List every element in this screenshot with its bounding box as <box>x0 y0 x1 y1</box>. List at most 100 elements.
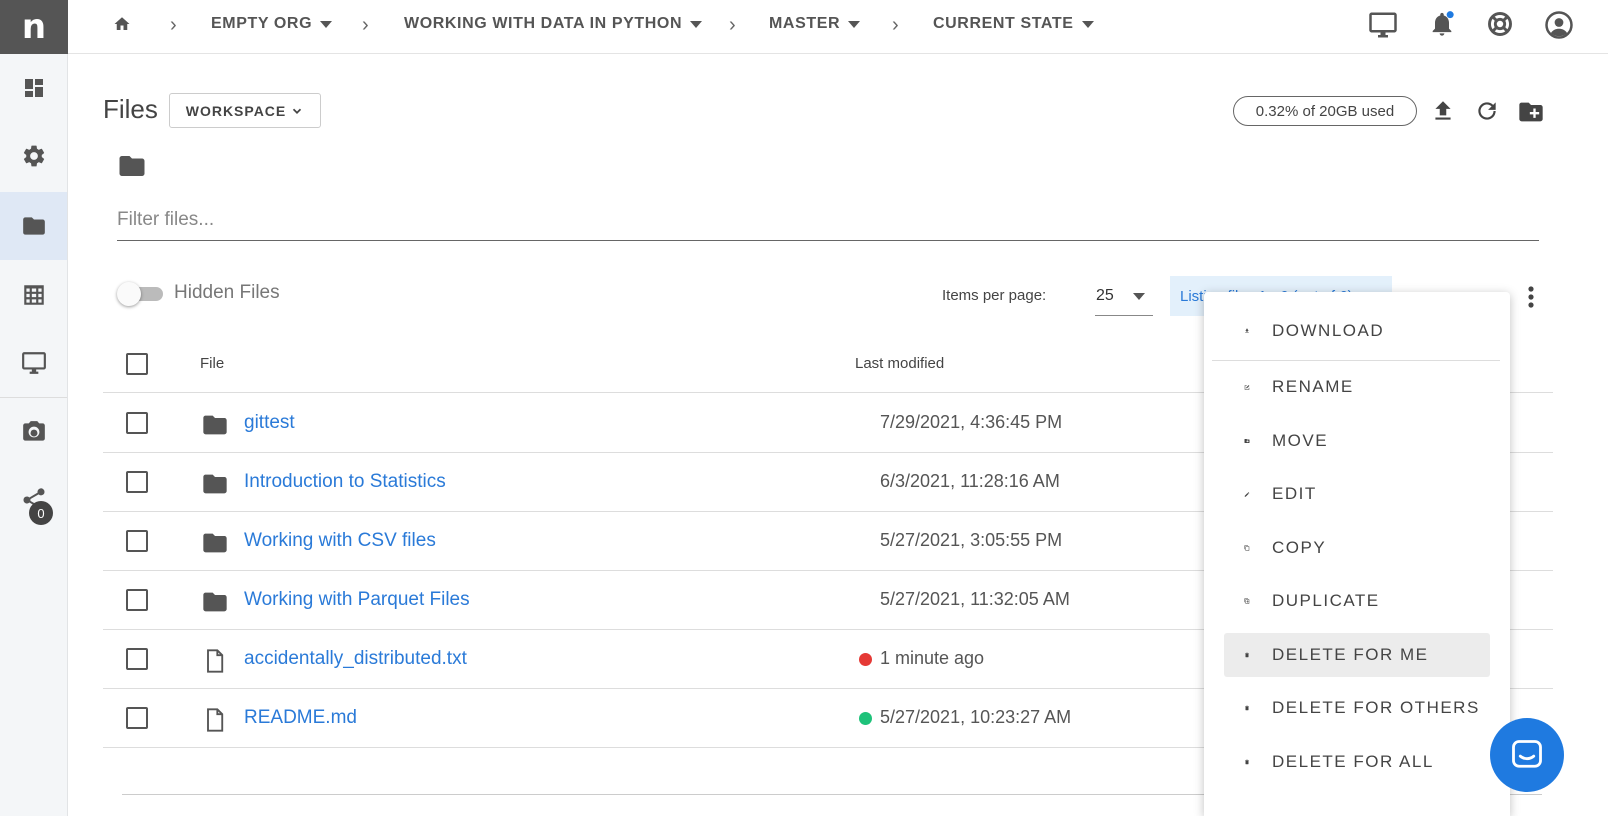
column-header-file[interactable]: File <box>200 355 224 372</box>
pencil-icon <box>1244 491 1250 497</box>
workspace-dropdown[interactable]: WORKSPACE <box>169 93 321 128</box>
menu-item-move[interactable]: MOVE <box>1224 419 1490 463</box>
filter-files-field[interactable] <box>117 200 1539 241</box>
menu-divider <box>1212 360 1500 361</box>
menu-item-label: DOWNLOAD <box>1272 321 1385 340</box>
menu-item-label: EDIT <box>1272 484 1317 503</box>
items-per-page-select[interactable]: 25 <box>1095 280 1153 316</box>
sidebar-item-datasets[interactable] <box>0 261 67 329</box>
camera-icon <box>22 421 45 441</box>
menu-item-label: MOVE <box>1272 431 1329 450</box>
menu-item-label: DUPLICATE <box>1272 591 1380 610</box>
folder-icon <box>203 415 227 435</box>
context-menu: DOWNLOAD RENAME MOVE EDIT COPY DUPLICATE… <box>1204 292 1510 816</box>
sidebar-item-settings[interactable] <box>0 122 67 190</box>
sidebar-item-workspace[interactable] <box>0 329 67 397</box>
file-name-link[interactable]: accidentally_distributed.txt <box>244 648 467 670</box>
menu-item-label: DELETE FOR OTHERS <box>1272 698 1480 717</box>
breadcrumb-separator: › <box>892 14 899 36</box>
breadcrumb-project-label: WORKING WITH DATA IN PYTHON <box>404 15 683 32</box>
new-folder-icon[interactable] <box>1517 98 1545 126</box>
menu-item-download[interactable]: DOWNLOAD <box>1224 309 1490 353</box>
hidden-files-label: Hidden Files <box>174 282 280 303</box>
monitor-icon[interactable] <box>1368 10 1398 40</box>
row-checkbox[interactable] <box>126 589 148 611</box>
refresh-icon[interactable] <box>1474 98 1500 124</box>
file-name-link[interactable]: Introduction to Statistics <box>244 471 446 493</box>
monitor-icon <box>21 352 46 374</box>
last-modified: 1 minute ago <box>880 648 985 668</box>
row-checkbox[interactable] <box>126 707 148 729</box>
trash-icon <box>1245 705 1249 711</box>
filter-files-input[interactable] <box>117 200 1539 240</box>
row-checkbox[interactable] <box>126 471 148 493</box>
file-name-link[interactable]: gittest <box>244 412 295 434</box>
last-modified: 7/29/2021, 4:36:45 PM <box>880 412 1063 432</box>
menu-item-delete-for-others[interactable]: DELETE FOR OTHERS <box>1224 686 1490 730</box>
help-lifebuoy-icon[interactable] <box>1486 10 1514 38</box>
menu-item-rename[interactable]: RENAME <box>1224 365 1490 409</box>
home-icon[interactable] <box>113 15 131 33</box>
sidebar-item-dashboard[interactable] <box>0 54 67 122</box>
folder-icon <box>203 474 227 494</box>
file-name-link[interactable]: Working with CSV files <box>244 530 436 552</box>
chevron-down-icon <box>320 20 333 28</box>
status-dot <box>859 712 872 725</box>
sidebar-item-files[interactable] <box>0 192 67 260</box>
last-modified: 5/27/2021, 10:23:27 AM <box>880 707 1072 727</box>
rename-icon <box>1244 384 1250 390</box>
storage-usage-badge: 0.32% of 20GB used <box>1233 96 1417 126</box>
menu-item-copy[interactable]: COPY <box>1224 526 1490 570</box>
last-modified: 5/27/2021, 11:32:05 AM <box>880 589 1070 609</box>
logo[interactable]: n <box>0 0 68 54</box>
folder-icon <box>203 592 227 612</box>
menu-item-delete-for-me[interactable]: DELETE FOR ME <box>1224 633 1490 677</box>
status-dot <box>859 653 872 666</box>
file-icon <box>207 708 224 732</box>
folder-icon[interactable] <box>117 151 147 181</box>
chevron-down-icon <box>1133 293 1145 300</box>
menu-item-duplicate[interactable]: DUPLICATE <box>1224 579 1490 623</box>
last-modified: 5/27/2021, 3:05:55 PM <box>880 530 1063 550</box>
items-per-page-label: Items per page: <box>942 287 1047 304</box>
table-icon <box>23 285 44 305</box>
last-modified: 6/3/2021, 11:28:16 AM <box>880 471 1060 491</box>
more-vert-icon[interactable] <box>1522 284 1540 310</box>
sidebar-item-snapshots[interactable] <box>0 398 67 466</box>
row-checkbox[interactable] <box>126 648 148 670</box>
menu-item-edit[interactable]: EDIT <box>1224 472 1490 516</box>
gear-icon <box>23 145 44 167</box>
file-name-link[interactable]: README.md <box>244 707 357 729</box>
breadcrumb-state[interactable]: CURRENT STATE <box>933 0 1094 48</box>
row-checkbox[interactable] <box>126 530 148 552</box>
select-all-checkbox[interactable] <box>126 353 148 375</box>
breadcrumb-branch[interactable]: MASTER <box>769 0 861 48</box>
chevron-down-icon <box>293 108 302 114</box>
folder-icon <box>203 533 227 553</box>
breadcrumb-separator: › <box>170 14 177 36</box>
menu-item-label: DELETE FOR ME <box>1272 645 1429 664</box>
move-icon <box>1244 439 1250 443</box>
menu-item-label: DELETE FOR ALL <box>1272 752 1434 771</box>
row-checkbox[interactable] <box>126 412 148 434</box>
file-icon <box>207 649 224 673</box>
hidden-files-toggle[interactable] <box>117 282 165 306</box>
sidebar-item-share[interactable] <box>0 466 67 534</box>
bell-icon[interactable] <box>1428 10 1456 38</box>
file-name-link[interactable]: Working with Parquet Files <box>244 589 470 611</box>
account-icon[interactable] <box>1544 10 1574 40</box>
breadcrumb-project[interactable]: WORKING WITH DATA IN PYTHON <box>404 0 703 48</box>
menu-item-delete-for-all[interactable]: DELETE FOR ALL <box>1224 740 1490 784</box>
sidebar: n 0 <box>0 0 68 816</box>
chat-icon <box>1512 740 1542 768</box>
dashboard-icon <box>24 79 43 97</box>
breadcrumb-org-label: EMPTY ORG <box>211 15 313 32</box>
chat-launcher-button[interactable] <box>1490 718 1564 792</box>
menu-item-label: RENAME <box>1272 377 1354 396</box>
download-icon <box>1245 328 1249 333</box>
breadcrumb-org[interactable]: EMPTY ORG <box>211 0 333 48</box>
column-header-last-modified[interactable]: Last modified <box>855 355 944 372</box>
folder-icon <box>22 217 45 235</box>
upload-icon[interactable] <box>1430 98 1456 124</box>
menu-item-label: COPY <box>1272 538 1327 557</box>
